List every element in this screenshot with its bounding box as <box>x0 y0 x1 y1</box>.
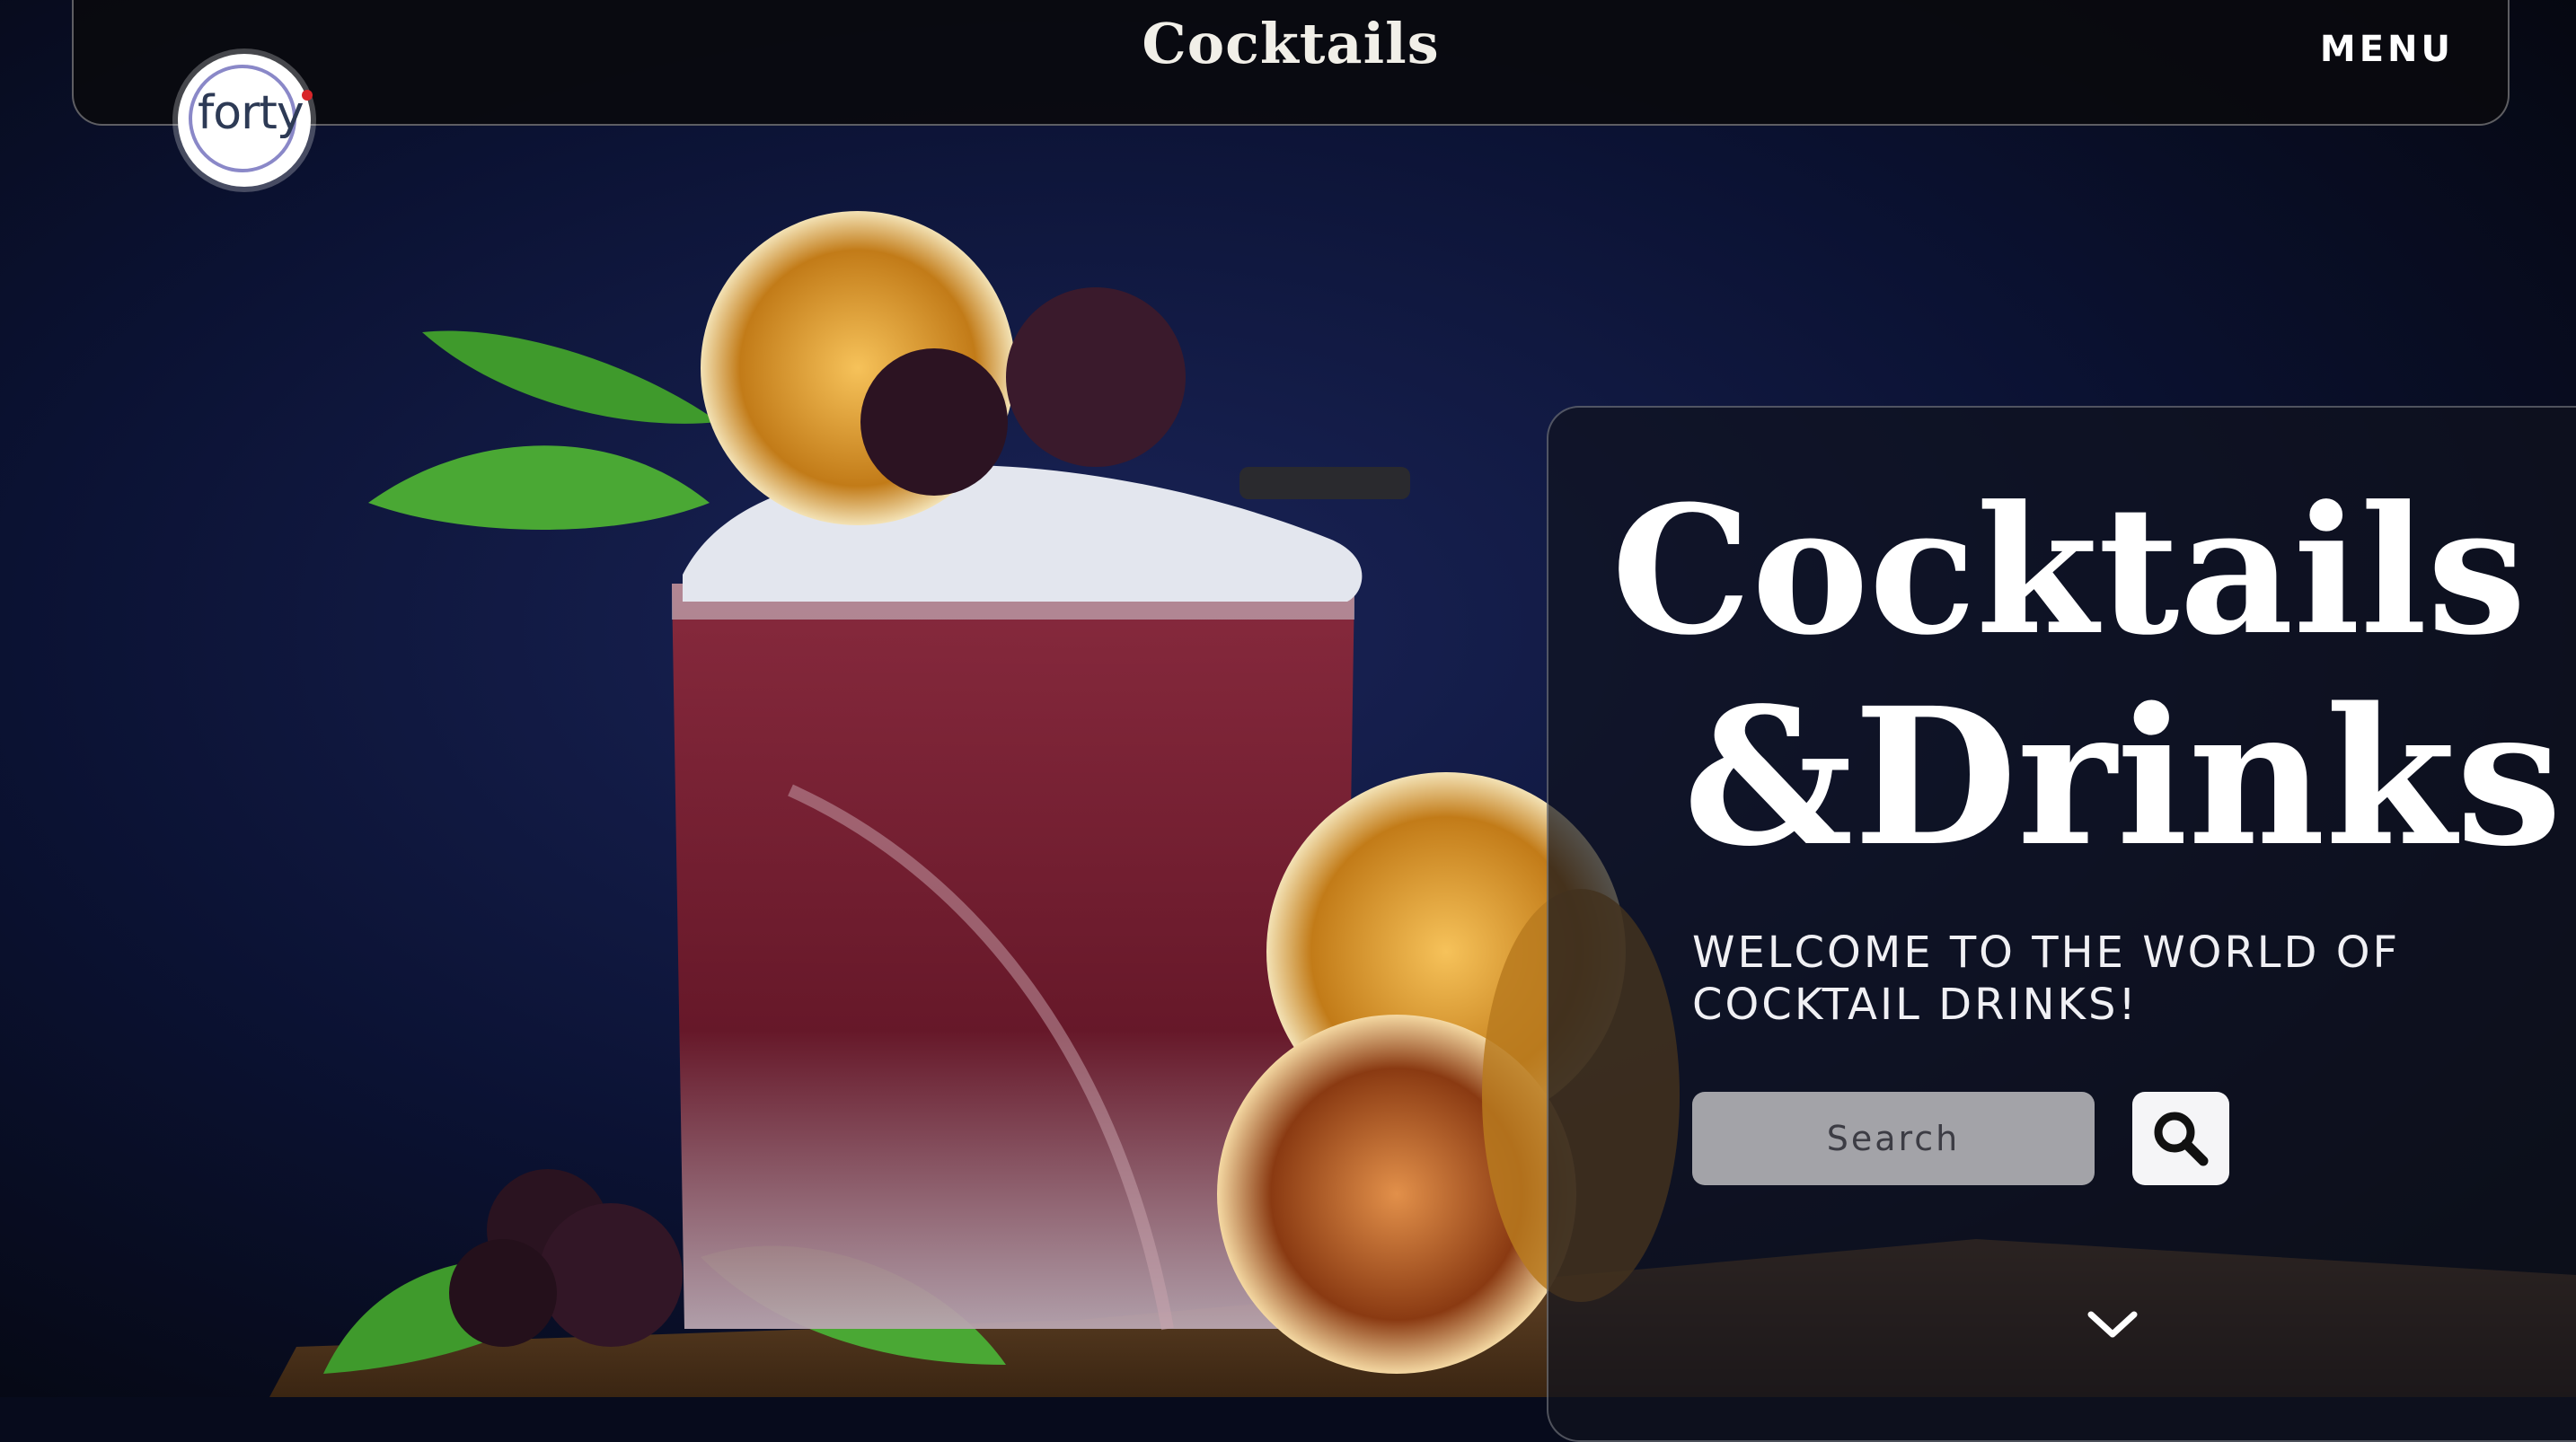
search-button[interactable] <box>2132 1092 2229 1185</box>
top-navigation-bar: Cocktails MENU <box>72 0 2510 126</box>
chevron-down-icon <box>2087 1311 2138 1338</box>
logo-dot <box>302 90 313 101</box>
menu-button[interactable]: MENU <box>2320 29 2454 70</box>
magnifier-icon <box>2154 1112 2209 1166</box>
search-input[interactable] <box>1692 1092 2095 1185</box>
logo-text: forty <box>198 86 304 140</box>
brand-logo[interactable]: forty <box>178 54 313 187</box>
hero-title-line1: Cocktails <box>1611 468 2527 674</box>
hero-title-line2: &Drinks <box>1683 666 2563 888</box>
hero-panel: Cocktails &Drinks WELCOME TO THE WORLD O… <box>1547 406 2576 1442</box>
site-title: Cocktails <box>1142 11 1440 76</box>
scroll-down-button[interactable] <box>2077 1298 2148 1352</box>
hero-subtitle: WELCOME TO THE WORLD OF COCKTAIL DRINKS! <box>1692 928 2401 1030</box>
